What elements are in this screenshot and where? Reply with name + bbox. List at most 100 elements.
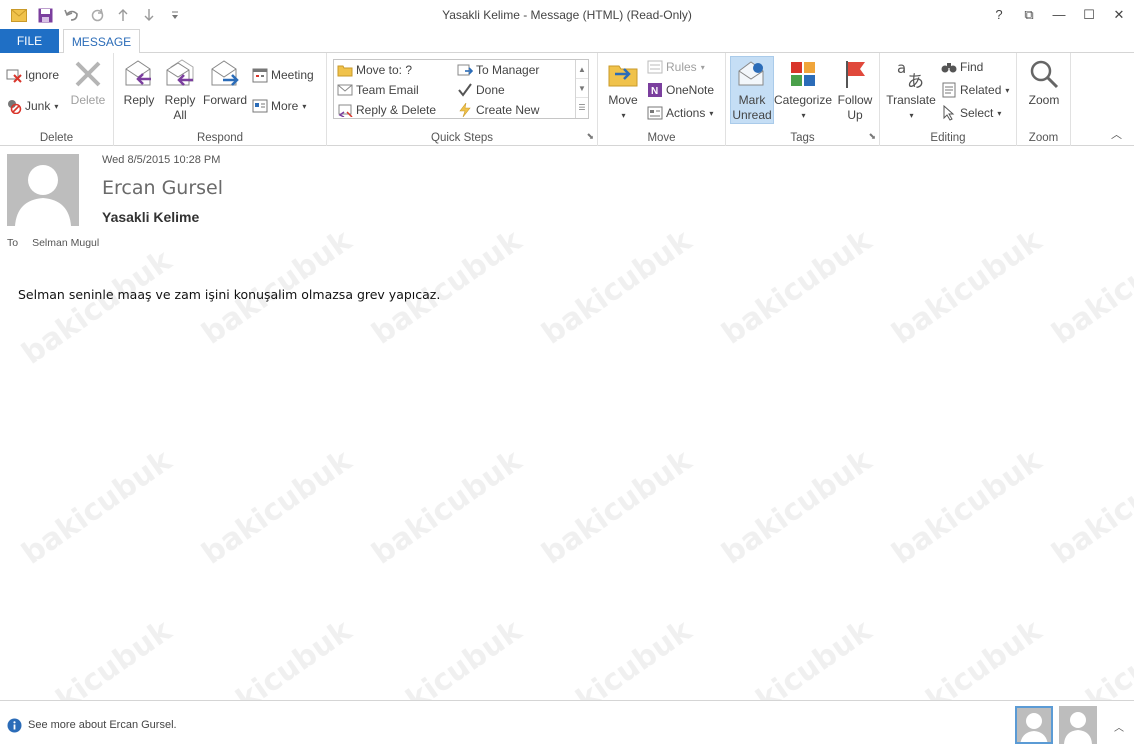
watermark-text: bakicubuk: [885, 443, 1049, 572]
find-button[interactable]: Find: [941, 59, 983, 75]
quick-steps-group-label: Quick Steps: [431, 132, 493, 144]
tags-group: Mark Unread Categorize ▾ Follow Up Tags …: [726, 53, 880, 146]
close-button[interactable]: ✕: [1104, 0, 1134, 29]
svg-text:あ: あ: [907, 72, 924, 89]
gallery-more-icon[interactable]: ☰: [576, 98, 588, 117]
sender-name[interactable]: Ercan Gursel: [102, 177, 223, 199]
select-button[interactable]: Select ▾: [941, 105, 1001, 121]
zoom-button[interactable]: Zoom: [1023, 57, 1065, 108]
find-label: Find: [960, 60, 984, 74]
editing-group-label: Editing: [930, 132, 966, 144]
recipient-name[interactable]: Selman Mugul: [32, 237, 99, 249]
related-label: Related: [960, 83, 1002, 97]
mark-unread-label-line1: Mark: [738, 93, 766, 107]
move-group-label: Move: [647, 132, 676, 144]
mark-unread-icon: [735, 57, 769, 91]
onenote-button[interactable]: N OneNote: [647, 82, 714, 98]
translate-button[interactable]: aあ Translate ▾: [884, 57, 938, 123]
watermark-text: bakicubuk: [365, 443, 529, 572]
related-button[interactable]: Related ▾: [941, 82, 1009, 98]
watermark-text: bakicubuk: [15, 443, 179, 572]
tags-launcher-icon[interactable]: ⬊: [868, 131, 876, 142]
sender-avatar[interactable]: [7, 154, 79, 226]
quick-step-reply-delete[interactable]: Reply & Delete: [337, 102, 436, 118]
forward-button[interactable]: Forward: [202, 57, 248, 108]
ignore-button[interactable]: Ignore: [6, 67, 59, 83]
reply-button[interactable]: Reply: [120, 57, 158, 108]
done-label: Done: [476, 83, 505, 97]
reply-delete-icon: [337, 102, 353, 118]
translate-icon: aあ: [894, 57, 928, 91]
people-pane-avatar-selected[interactable]: [1015, 706, 1053, 744]
tab-message[interactable]: MESSAGE: [63, 29, 140, 54]
reply-all-button[interactable]: Reply All: [161, 57, 199, 123]
info-icon: [6, 717, 22, 733]
ignore-label: Ignore: [25, 68, 60, 82]
delete-button[interactable]: Delete: [68, 57, 108, 108]
watermark-text: bakicubuk: [1045, 443, 1134, 572]
respond-group: Reply Reply All Forward Meeting More ▾ R…: [114, 53, 327, 146]
onenote-label: OneNote: [666, 83, 715, 97]
meeting-icon: [252, 67, 268, 83]
meeting-label: Meeting: [271, 68, 314, 82]
actions-dropdown-icon: ▾: [709, 108, 714, 118]
tab-file[interactable]: FILE: [0, 29, 59, 53]
junk-button[interactable]: Junk ▾: [6, 98, 58, 114]
quick-step-move-to[interactable]: Move to: ?: [337, 62, 412, 78]
quick-step-create-new[interactable]: Create New: [457, 102, 539, 118]
respond-group-label: Respond: [196, 132, 244, 144]
people-pane-info[interactable]: See more about Ercan Gursel.: [6, 717, 177, 733]
watermark-text: bakicubuk: [195, 443, 359, 572]
expand-people-pane-icon[interactable]: ︿: [1114, 719, 1124, 734]
rules-button[interactable]: Rules ▾: [647, 59, 705, 75]
recipients-row: To Selman Mugul: [7, 237, 99, 249]
watermark-text: bakicubuk: [715, 443, 879, 572]
minimize-button[interactable]: —: [1044, 0, 1074, 29]
reply-label: Reply: [123, 93, 155, 107]
move-button[interactable]: Move ▾: [604, 57, 642, 123]
cursor-icon: [941, 105, 957, 121]
select-label: Select: [960, 106, 994, 120]
follow-up-button[interactable]: Follow Up: [832, 57, 878, 123]
related-icon: [941, 82, 957, 98]
people-pane-avatar[interactable]: [1059, 706, 1097, 744]
actions-label: Actions: [666, 106, 706, 120]
help-button[interactable]: ?: [984, 0, 1014, 29]
people-pane: See more about Ercan Gursel. ︿: [0, 700, 1134, 747]
ignore-icon: [6, 67, 22, 83]
actions-button[interactable]: Actions ▾: [647, 105, 713, 121]
delete-group: Ignore Junk ▾ Delete Delete: [0, 53, 114, 146]
quick-step-to-manager[interactable]: To Manager: [457, 62, 539, 78]
reply-all-icon: [163, 57, 197, 91]
watermark-text: bakicubuk: [535, 443, 699, 572]
magnifier-icon: [1027, 57, 1061, 91]
ribbon: Ignore Junk ▾ Delete Delete Reply Reply …: [0, 53, 1134, 146]
categorize-dropdown-icon: ▾: [801, 111, 806, 120]
categorize-button[interactable]: Categorize ▾: [774, 57, 832, 123]
zoom-group-label: Zoom: [1028, 132, 1059, 144]
mark-unread-button[interactable]: Mark Unread: [730, 56, 774, 124]
reply-all-label-line2: All: [173, 108, 187, 122]
ribbon-display-options-button[interactable]: ⧉: [1014, 0, 1044, 29]
quick-steps-launcher-icon[interactable]: ⬊: [586, 131, 594, 142]
scroll-down-icon[interactable]: ▼: [576, 79, 588, 98]
folder-move-icon: [337, 62, 353, 78]
quick-step-team-email[interactable]: Team Email: [337, 82, 419, 98]
more-respond-icon: [252, 98, 268, 114]
svg-text:N: N: [651, 86, 658, 97]
ribbon-tabs: FILE MESSAGE: [0, 29, 1134, 54]
create-new-label: Create New: [476, 103, 540, 117]
title-bar: Yasakli Kelime - Message (HTML) (Read-On…: [0, 0, 1134, 29]
scroll-up-icon[interactable]: ▲: [576, 60, 588, 79]
more-label: More: [271, 99, 299, 113]
quick-step-done[interactable]: Done: [457, 82, 505, 98]
quick-steps-scrollbar[interactable]: ▲ ▼ ☰: [575, 60, 588, 118]
forward-icon: [208, 57, 242, 91]
more-button[interactable]: More ▾: [252, 98, 306, 114]
maximize-button[interactable]: ☐: [1074, 0, 1104, 29]
meeting-button[interactable]: Meeting: [252, 67, 314, 83]
team-email-label: Team Email: [356, 83, 419, 97]
window-controls: ? ⧉ — ☐ ✕: [984, 0, 1134, 29]
follow-up-label-line2: Up: [847, 108, 863, 122]
collapse-ribbon-icon[interactable]: ︿: [1111, 126, 1122, 142]
